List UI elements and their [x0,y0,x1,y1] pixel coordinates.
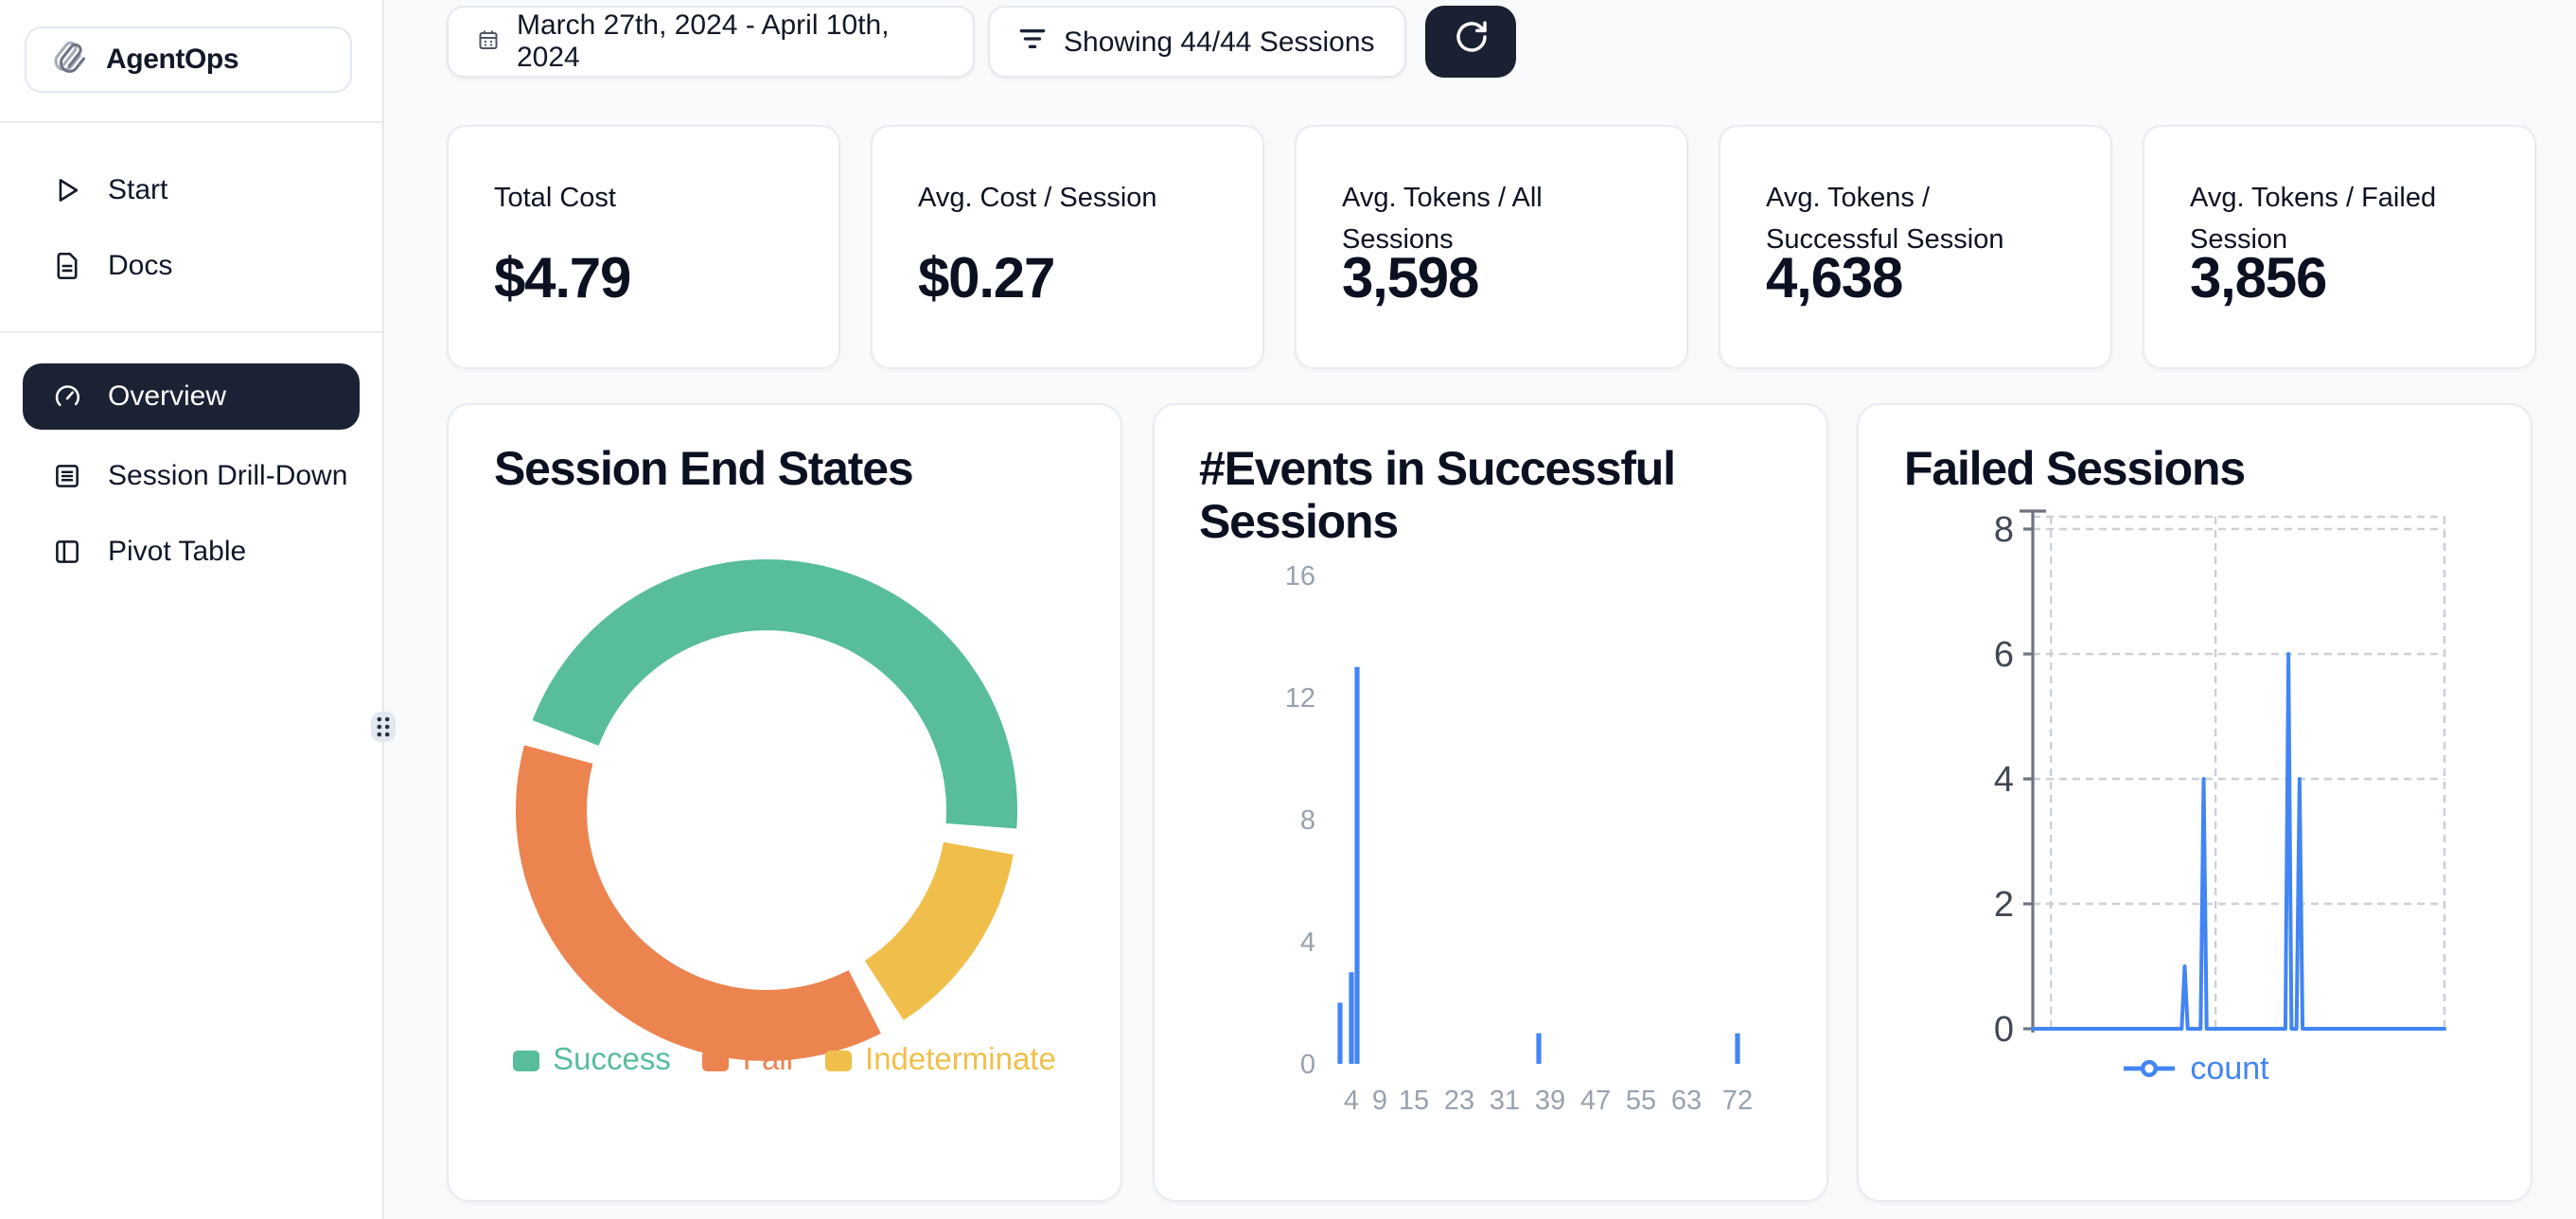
app-name: AgentOps [106,44,238,76]
sidebar-item-session-drill-down[interactable]: Session Drill-Down [23,447,360,505]
refresh-button[interactable] [1425,6,1516,78]
list-square-icon [51,460,83,492]
legend-swatch [703,1050,730,1070]
legend-label: Indeterminate [865,1042,1056,1078]
donut-chart[interactable] [502,544,1032,1074]
svg-text:23: 23 [1443,1085,1473,1115]
svg-text:47: 47 [1579,1085,1610,1115]
legend-line-marker-icon [2124,1058,2175,1079]
legend-item-success[interactable]: Success [513,1042,671,1078]
app-logo[interactable]: AgentOps [25,26,352,93]
stat-value: 3,856 [2190,248,2326,312]
svg-text:4: 4 [1994,759,2014,799]
sidebar-item-docs[interactable]: Docs [23,237,360,295]
stat-value: 4,638 [1766,248,1902,312]
play-icon [51,174,83,206]
agentops-dashboard: AgentOps Start Docs [0,0,2576,1219]
svg-text:55: 55 [1625,1085,1655,1115]
stats-row: Total Cost $4.79 Avg. Cost / Session $0.… [447,125,2536,368]
sessions-filter-button[interactable]: Showing 44/44 Sessions [988,6,1406,78]
legend-item-indeterminate[interactable]: Indeterminate [825,1042,1056,1078]
sidebar-item-label: Overview [108,380,226,413]
gauge-icon [51,380,83,413]
svg-text:16: 16 [1284,560,1314,591]
svg-text:0: 0 [1994,1009,2014,1049]
svg-text:9: 9 [1371,1085,1386,1115]
line-chart-legend[interactable]: count [1859,1050,2532,1087]
sidebar-nav-main: Overview Session Drill-Down [0,333,382,581]
svg-text:12: 12 [1284,682,1314,713]
stat-card-avg-cost-session: Avg. Cost / Session $0.27 [871,125,1263,368]
stat-card-avg-tokens-failed: Avg. Tokens / Failed Session 3,856 [2143,125,2535,368]
date-range-button[interactable]: March 27th, 2024 - April 10th, 2024 [447,6,975,78]
legend-swatch [513,1050,539,1070]
stat-card-avg-tokens-all: Avg. Tokens / All Sessions 3,598 [1295,125,1687,368]
charts-row: Session End States Success Fail Indeterm… [447,402,2536,1201]
events-histogram-card: #Events in Successful Sessions 048121649… [1152,402,1827,1201]
legend-item-fail[interactable]: Fail [703,1042,793,1078]
svg-text:31: 31 [1489,1085,1519,1115]
svg-text:39: 39 [1534,1085,1564,1115]
svg-text:8: 8 [1299,804,1314,835]
toolbar: March 27th, 2024 - April 10th, 2024 Show… [447,6,2536,78]
sidebar-item-label: Start [108,174,168,206]
svg-text:0: 0 [1299,1049,1314,1079]
svg-text:4: 4 [1299,927,1314,957]
stat-value: $0.27 [918,248,1054,312]
sessions-filter-label: Showing 44/44 Sessions [1064,26,1375,58]
sidebar-item-label: Session Drill-Down [108,460,347,492]
chart-title: Session End States [494,442,1085,496]
sidebar-item-start[interactable]: Start [23,161,360,220]
svg-text:2: 2 [1994,884,2014,924]
date-range-label: March 27th, 2024 - April 10th, 2024 [517,9,944,74]
sidebar-item-overview[interactable]: Overview [23,363,360,430]
filter-lines-icon [1018,26,1047,58]
legend-label: Fail [743,1042,793,1078]
stat-label: Total Cost [494,178,792,221]
svg-text:63: 63 [1670,1085,1701,1115]
pie-legend: Success Fail Indeterminate [449,1042,1120,1078]
svg-text:72: 72 [1721,1085,1752,1115]
svg-text:15: 15 [1398,1085,1428,1115]
calendar-icon [477,26,500,58]
sidebar-resize-handle[interactable] [371,712,396,742]
grip-dots-icon [375,716,392,738]
sidebar: AgentOps Start Docs [0,0,384,1219]
sidebar-item-pivot-table[interactable]: Pivot Table [23,522,360,581]
file-text-icon [51,250,83,282]
refresh-icon [1451,17,1491,66]
stat-value: $4.79 [494,248,630,312]
panel-left-icon [51,536,83,568]
sidebar-item-label: Pivot Table [108,536,246,568]
session-end-states-card: Session End States Success Fail Indeterm… [447,402,1122,1201]
sidebar-nav-top: Start Docs [0,123,382,295]
legend-label: Success [553,1042,671,1078]
stat-value: 3,598 [1342,248,1478,312]
stat-card-avg-tokens-successful: Avg. Tokens / Successful Session 4,638 [1719,125,2111,368]
stat-card-total-cost: Total Cost $4.79 [447,125,839,368]
paperclips-logo-icon [49,36,91,83]
stat-label: Avg. Cost / Session [918,178,1216,221]
legend-swatch [825,1050,852,1070]
sidebar-item-label: Docs [108,250,172,282]
failed-sessions-card: Failed Sessions 02468 count [1857,402,2532,1201]
svg-text:4: 4 [1343,1085,1358,1115]
svg-text:8: 8 [1994,509,2014,549]
legend-label: count [2190,1050,2268,1087]
svg-text:6: 6 [1994,634,2014,674]
main-content: March 27th, 2024 - April 10th, 2024 Show… [384,0,2576,1219]
events-bar-chart[interactable]: 0481216491523313947556372 [1154,404,1827,1201]
